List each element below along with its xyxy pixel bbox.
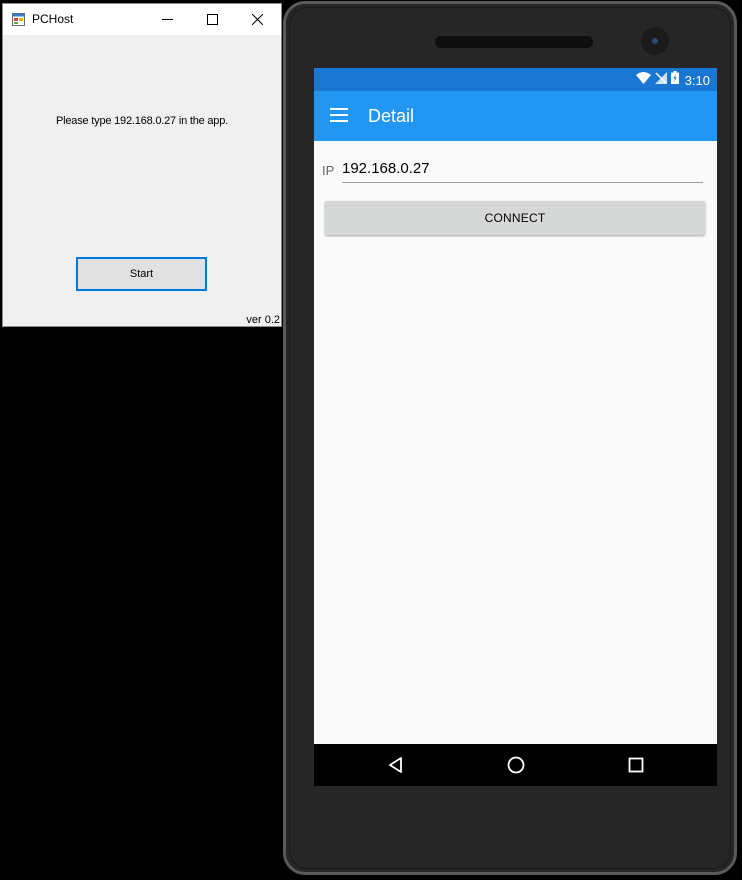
connect-button[interactable]: CONNECT xyxy=(325,201,705,235)
phone-emulator: 3:10 Detail IP CONNECT xyxy=(283,1,737,875)
hamburger-menu-icon[interactable] xyxy=(330,108,348,127)
camera-icon xyxy=(641,27,669,55)
maximize-icon xyxy=(207,14,218,25)
minimize-icon xyxy=(162,19,173,20)
ip-input[interactable] xyxy=(342,157,703,183)
wifi-icon xyxy=(635,71,651,89)
close-button[interactable] xyxy=(235,4,280,35)
status-bar: 3:10 xyxy=(314,68,717,91)
phone-speaker xyxy=(435,36,593,48)
phone-screen: 3:10 Detail IP CONNECT xyxy=(314,68,717,786)
instruction-label: Please type 192.168.0.27 in the app. xyxy=(56,115,228,127)
navigation-bar xyxy=(314,744,717,786)
close-icon xyxy=(252,14,263,25)
app-bar: Detail xyxy=(314,91,717,141)
recents-icon[interactable] xyxy=(626,755,646,775)
app-form-icon xyxy=(12,13,25,26)
pchost-window: PCHost Please type 192.168.0.27 in the a… xyxy=(2,3,282,327)
battery-charging-icon xyxy=(670,71,679,89)
phone-bezel: 3:10 Detail IP CONNECT xyxy=(289,7,731,869)
window-title: PCHost xyxy=(32,12,74,26)
start-button[interactable]: Start xyxy=(76,257,207,291)
no-sim-icon xyxy=(654,71,667,89)
window-titlebar[interactable]: PCHost xyxy=(3,4,281,35)
back-icon[interactable] xyxy=(386,755,406,775)
page-title: Detail xyxy=(368,106,415,126)
version-label: ver 0.2 xyxy=(246,314,280,326)
status-time: 3:10 xyxy=(684,72,710,88)
ip-label: IP xyxy=(322,163,335,178)
maximize-button[interactable] xyxy=(190,4,235,35)
minimize-button[interactable] xyxy=(145,4,190,35)
home-icon[interactable] xyxy=(506,755,526,775)
